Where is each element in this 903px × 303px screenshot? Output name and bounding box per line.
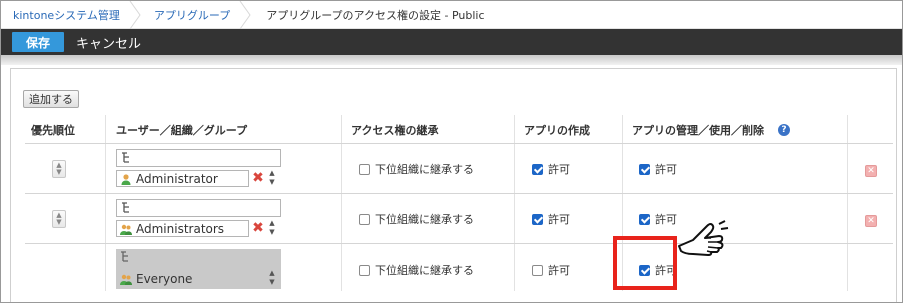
entity-name: Everyone	[136, 271, 193, 286]
header-create: アプリの作成	[524, 123, 590, 137]
save-button[interactable]: 保存	[12, 32, 64, 52]
delete-row-button[interactable]: ✕	[865, 215, 877, 227]
checkbox-box[interactable]	[532, 264, 543, 276]
breadcrumb-label: アプリグループのアクセス権の設定 - Public	[266, 8, 485, 22]
entity-item: Administrator	[116, 170, 249, 187]
arrow-up-icon: ▲	[269, 219, 275, 227]
entity-item: Everyone	[116, 270, 266, 287]
header-entity: ユーザー／組織／グループ	[116, 123, 248, 137]
entity-selector: Everyone ▲ ▼	[116, 249, 281, 289]
breadcrumb-separator-icon	[129, 1, 141, 29]
arrow-up-icon: ▲	[269, 269, 275, 277]
toolbar: 保存 キャンセル	[1, 29, 902, 55]
user-icon	[121, 173, 131, 185]
entity-search-input[interactable]	[116, 199, 281, 217]
checkbox-box[interactable]	[359, 213, 370, 225]
priority-order-button[interactable]: ▲ ▼	[52, 210, 66, 228]
table-row: ▲ ▼ Administrators ✖ ▲ ▼ 下位組織に継承する 許可 許可…	[25, 195, 893, 244]
highlight-box	[613, 236, 677, 290]
table-row: ▲ ▼ Administrator ✖ ▲ ▼ 下位組織に継承する 許可 許可 …	[25, 145, 893, 194]
checkbox-box[interactable]	[359, 264, 370, 276]
table-header: 優先順位 ユーザー／組織／グループ アクセス権の継承 アプリの作成 アプリの管理…	[25, 115, 893, 144]
cancel-button[interactable]: キャンセル	[76, 33, 141, 52]
toolbar-shadow	[1, 55, 902, 65]
breadcrumb-label: アプリグループ	[153, 8, 231, 22]
checkbox-box[interactable]	[359, 163, 370, 175]
entity-selector: Administrator ✖ ▲ ▼	[116, 149, 281, 189]
delete-row-button[interactable]: ✕	[865, 165, 877, 177]
checkbox-label: 下位組織に継承する	[375, 213, 474, 226]
checkbox-box[interactable]	[639, 213, 650, 225]
checkbox-box[interactable]	[532, 163, 543, 175]
permissions-panel: 追加する 優先順位 ユーザー／組織／グループ アクセス権の継承 アプリの作成 ア…	[10, 68, 897, 302]
checkbox-label: 許可	[548, 163, 570, 176]
checkbox-label: 下位組織に継承する	[375, 163, 474, 176]
entity-search-input[interactable]	[116, 149, 281, 167]
entity-sort-icon[interactable]: ▲ ▼	[267, 219, 277, 239]
priority-order-button[interactable]: ▲ ▼	[52, 160, 66, 178]
manage-permission-checkbox[interactable]: 許可	[639, 161, 677, 177]
create-permission-checkbox[interactable]: 許可	[532, 262, 570, 278]
arrow-down-icon: ▼	[56, 218, 62, 226]
create-permission-checkbox[interactable]: 許可	[532, 161, 570, 177]
entity-name: Administrators	[136, 221, 225, 236]
inherit-checkbox[interactable]: 下位組織に継承する	[359, 161, 474, 177]
remove-entity-icon[interactable]: ✖	[251, 221, 265, 235]
entity-name: Administrator	[136, 171, 218, 186]
arrow-down-icon: ▼	[269, 178, 275, 186]
app-window: kintoneシステム管理 アプリグループ アプリグループのアクセス権の設定 -…	[0, 0, 903, 303]
pointing-hand-icon	[678, 220, 729, 256]
add-button[interactable]: 追加する	[23, 90, 79, 108]
breadcrumb-separator-icon	[239, 1, 251, 29]
help-icon[interactable]: ?	[778, 123, 790, 136]
group-icon	[120, 224, 132, 235]
arrow-down-icon: ▼	[269, 228, 275, 236]
header-priority: 優先順位	[31, 123, 75, 137]
group-icon	[120, 274, 132, 285]
org-tree-icon	[121, 251, 128, 262]
org-tree-icon[interactable]	[121, 152, 133, 164]
breadcrumb-item-current: アプリグループのアクセス権の設定 - Public	[252, 1, 506, 29]
breadcrumb-item-app-group[interactable]: アプリグループ	[142, 1, 252, 29]
remove-entity-icon[interactable]: ✖	[251, 171, 265, 185]
breadcrumb-label: kintoneシステム管理	[13, 8, 120, 22]
org-tree-icon[interactable]	[121, 202, 133, 214]
table-row: Everyone ▲ ▼ 下位組織に継承する 許可 許可	[25, 245, 893, 294]
arrow-down-icon: ▼	[269, 278, 275, 286]
entity-item: Administrators	[116, 220, 249, 237]
entity-selector: Administrators ✖ ▲ ▼	[116, 199, 281, 239]
breadcrumb-item-system-admin[interactable]: kintoneシステム管理	[1, 1, 142, 29]
checkbox-box[interactable]	[532, 213, 543, 225]
checkbox-label: 許可	[548, 213, 570, 226]
header-manage: アプリの管理／使用／削除 ?	[632, 115, 790, 144]
arrow-down-icon: ▼	[56, 168, 62, 176]
checkbox-box[interactable]	[639, 163, 650, 175]
entity-sort-icon[interactable]: ▲ ▼	[267, 169, 277, 189]
checkbox-label: 許可	[655, 213, 677, 226]
checkbox-label: 許可	[548, 264, 570, 277]
arrow-up-icon: ▲	[269, 169, 275, 177]
breadcrumb: kintoneシステム管理 アプリグループ アプリグループのアクセス権の設定 -…	[1, 1, 902, 29]
create-permission-checkbox[interactable]: 許可	[532, 211, 570, 227]
manage-permission-checkbox[interactable]: 許可	[639, 211, 677, 227]
checkbox-label: 許可	[655, 163, 677, 176]
header-inherit: アクセス権の継承	[351, 123, 439, 137]
header-manage-label: アプリの管理／使用／削除	[632, 123, 764, 137]
entity-sort-icon[interactable]: ▲ ▼	[267, 269, 277, 289]
checkbox-label: 下位組織に継承する	[375, 264, 474, 277]
inherit-checkbox[interactable]: 下位組織に継承する	[359, 262, 474, 278]
inherit-checkbox[interactable]: 下位組織に継承する	[359, 211, 474, 227]
